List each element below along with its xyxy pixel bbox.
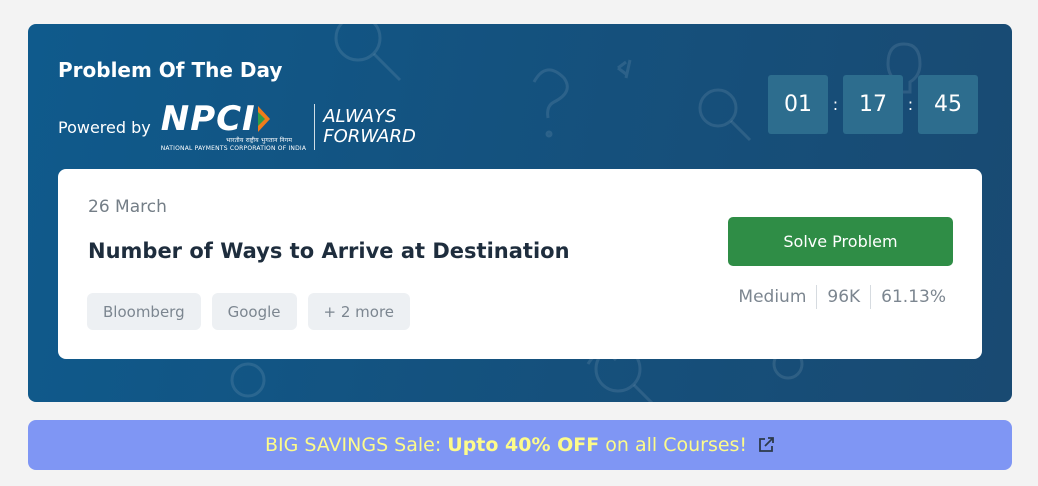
tag-bloomberg: Bloomberg [87, 293, 201, 330]
timer-hours: 01 [768, 75, 828, 134]
difficulty-label: Medium [738, 287, 807, 307]
npci-logo: NPCI भारतीय राष्ट्रीय भुगतान निगम NATION… [161, 102, 416, 152]
accuracy-value: 61.13% [881, 287, 946, 307]
pod-banner: Problem Of The Day Powered by NPCI भारती… [28, 24, 1012, 402]
pod-title: Problem Of The Day [58, 58, 283, 82]
npci-hindi-name: भारतीय राष्ट्रीय भुगतान निगम [226, 137, 293, 144]
tag-google: Google [211, 293, 297, 330]
npci-wordmark: NPCI भारतीय राष्ट्रीय भुगतान निगम NATION… [161, 102, 306, 152]
sale-suffix: on all Courses! [605, 434, 748, 456]
problem-stats: Medium 96K 61.13% [728, 284, 956, 310]
sale-banner[interactable]: BIG SAVINGS Sale: Upto 40% OFF on all Co… [28, 420, 1012, 470]
powered-by-label: Powered by [58, 117, 151, 137]
submissions-count: 96K [827, 287, 861, 307]
logo-divider [314, 104, 316, 150]
problem-card: 26 March Number of Ways to Arrive at Des… [58, 169, 982, 359]
problem-date: 26 March [88, 197, 167, 217]
timer-minutes: 17 [843, 75, 903, 134]
npci-brand: NPCI [160, 99, 256, 139]
npci-english-name: NATIONAL PAYMENTS CORPORATION OF INDIA [160, 145, 307, 152]
sale-prefix: BIG SAVINGS Sale: [264, 434, 442, 456]
countdown-timer: 01 : 17 : 45 [768, 75, 978, 134]
company-tags: Bloomberg Google + 2 more [87, 293, 421, 330]
tag-more[interactable]: + 2 more [307, 293, 411, 330]
sale-highlight: Upto 40% OFF [447, 434, 600, 456]
solve-problem-button[interactable]: Solve Problem [728, 217, 953, 266]
npci-arrow-icon [257, 106, 270, 132]
timer-separator: : [907, 95, 914, 114]
external-link-icon [757, 436, 775, 454]
powered-by-row: Powered by NPCI भारतीय राष्ट्रीय भुगतान … [58, 102, 416, 152]
timer-seconds: 45 [918, 75, 978, 134]
npci-tagline: ALWAYS FORWARD [323, 106, 416, 147]
problem-title[interactable]: Number of Ways to Arrive at Destination [88, 239, 570, 263]
timer-separator: : [832, 95, 839, 114]
